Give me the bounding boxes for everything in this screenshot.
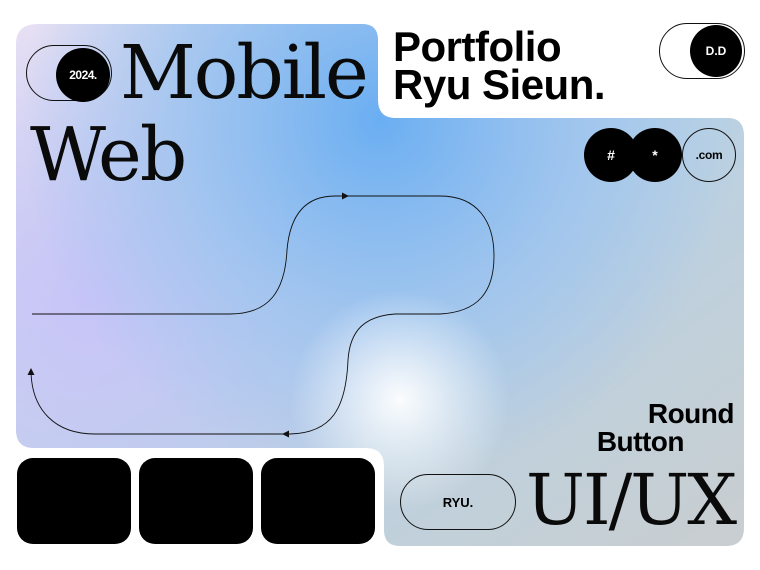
- title-web: Web: [30, 112, 187, 198]
- round-button-heading: Round Button: [596, 398, 735, 457]
- arrow-left-icon: [282, 430, 289, 438]
- black-tile-1[interactable]: [17, 458, 131, 544]
- black-tile-2[interactable]: [139, 458, 253, 544]
- round-line: Round: [647, 398, 735, 429]
- portfolio-cover: 2024. Mobile Web Portfolio Ryu Sieun. D.…: [0, 0, 760, 570]
- star-button[interactable]: *: [628, 128, 682, 182]
- dd-badge[interactable]: D.D: [690, 25, 742, 77]
- black-tile-3[interactable]: [261, 458, 375, 544]
- button-line: Button: [596, 426, 685, 457]
- arrow-right-icon: [342, 192, 349, 200]
- dotcom-button[interactable]: .com: [682, 128, 736, 182]
- portfolio-line2: Ryu Sieun.: [393, 61, 606, 108]
- title-mobile: Mobile: [120, 30, 369, 116]
- uiux-title: UI/UX: [526, 459, 737, 541]
- arrow-up-icon: [27, 368, 35, 375]
- portfolio-heading: Portfolio Ryu Sieun.: [393, 26, 606, 108]
- ryu-button[interactable]: RYU.: [400, 474, 516, 530]
- year-badge[interactable]: 2024.: [56, 48, 110, 102]
